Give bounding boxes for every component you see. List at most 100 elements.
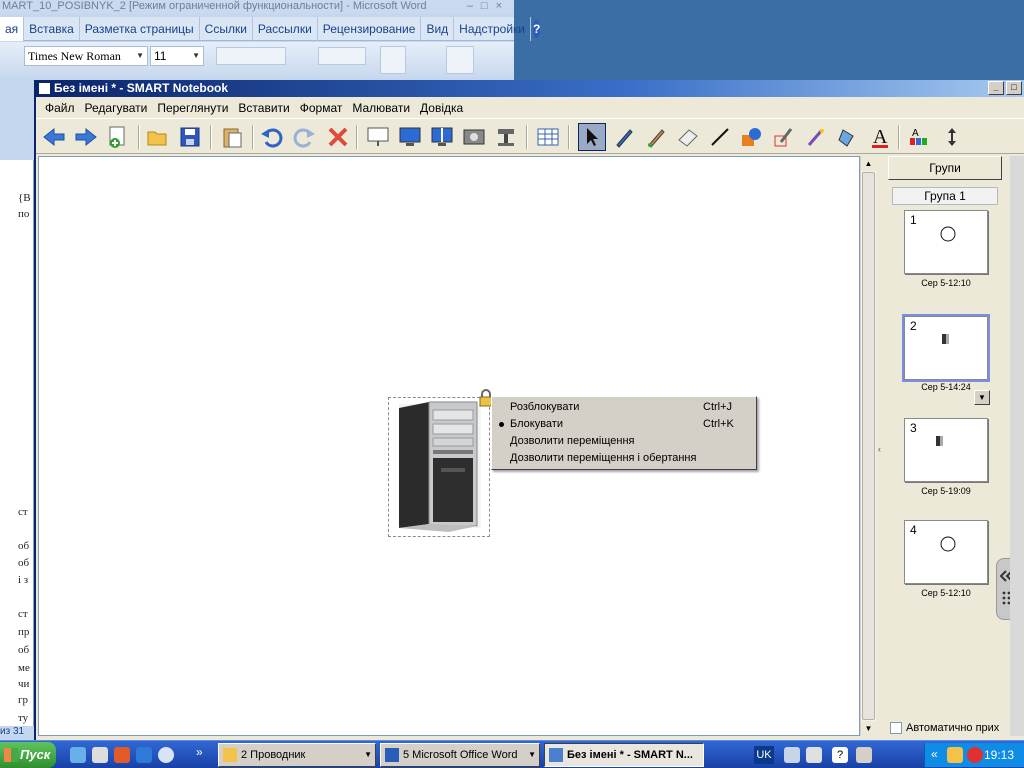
internet-explorer-icon[interactable] (136, 747, 152, 763)
creative-pen-icon[interactable] (642, 123, 670, 151)
screen-shade-icon[interactable] (364, 123, 392, 151)
media-player-icon[interactable] (158, 747, 174, 763)
task-word[interactable]: 5 Microsoft Office Word ▼ (380, 743, 540, 767)
back-arrow-icon[interactable] (40, 123, 68, 151)
show-hidden-icons-icon[interactable]: « (931, 747, 938, 761)
canvas-vertical-scrollbar[interactable]: ▲ ▼ (860, 156, 876, 736)
word-tab-mailings[interactable]: Рассылки (253, 17, 318, 41)
drive-icon[interactable] (856, 747, 872, 763)
document-camera-icon[interactable] (492, 123, 520, 151)
recognition-pen-icon[interactable] (802, 123, 830, 151)
word-tab-page-layout[interactable]: Разметка страницы (80, 17, 200, 41)
scroll-thumb[interactable] (862, 172, 875, 720)
word-tab-view[interactable]: Вид (421, 17, 455, 41)
find-icon[interactable] (446, 46, 474, 74)
paste-icon[interactable] (218, 123, 246, 151)
menu-item-label: Блокувати (510, 418, 563, 430)
word-tab-references[interactable]: Ссылки (200, 17, 253, 41)
menu-help[interactable]: Довідка (415, 98, 468, 118)
shapes-icon[interactable] (738, 123, 766, 151)
font-name-select[interactable]: Times New Roman ▼ (24, 46, 148, 66)
forward-arrow-icon[interactable] (72, 123, 100, 151)
page-thumbnail-2[interactable]: 2 (902, 314, 990, 382)
restore-button[interactable]: □ (1006, 81, 1022, 95)
screen-capture-icon[interactable] (460, 123, 488, 151)
undo-icon[interactable] (258, 123, 286, 151)
properties-icon[interactable]: A (906, 123, 934, 151)
desktop-icon[interactable] (92, 747, 108, 763)
word-title-bar[interactable]: MART_10_POSIBNYK_2 [Режим ограниченной ф… (0, 0, 514, 14)
menu-format[interactable]: Формат (295, 98, 348, 118)
list-buttons[interactable] (216, 47, 286, 65)
auto-hide-option[interactable]: Автоматично прих (890, 722, 999, 734)
line-icon[interactable] (706, 123, 734, 151)
notebook-page-canvas[interactable]: Розблокувати Ctrl+J Блокувати Ctrl+K Доз… (38, 156, 860, 736)
notebook-title-bar[interactable]: Без імені * - SMART Notebook _ □ (36, 80, 1024, 97)
groups-button[interactable]: Групи (888, 156, 1002, 180)
task-smart-notebook[interactable]: Без імені * - SMART N... (544, 743, 704, 767)
panel-splitter[interactable]: ‹ (876, 156, 886, 736)
menu-item-allow-move[interactable]: Дозволити переміщення (492, 433, 756, 450)
delete-icon[interactable] (324, 123, 352, 151)
word-window-controls[interactable]: –□× (467, 0, 510, 12)
text-icon[interactable]: A (866, 123, 894, 151)
word-tab-addins[interactable]: Надстройки (454, 17, 531, 41)
open-folder-icon[interactable] (144, 123, 172, 151)
table-icon[interactable] (534, 123, 562, 151)
browser-icon[interactable] (114, 747, 130, 763)
word-tab-home[interactable]: ая (0, 17, 25, 41)
move-toolbar-icon[interactable] (938, 123, 966, 151)
fill-icon[interactable] (834, 123, 862, 151)
page-menu-dropdown-icon[interactable]: ▼ (974, 390, 990, 405)
save-icon[interactable] (176, 123, 204, 151)
eraser-icon[interactable] (674, 123, 702, 151)
styles-icon[interactable] (380, 46, 406, 74)
add-page-icon[interactable] (104, 123, 132, 151)
indent-buttons[interactable] (318, 47, 366, 65)
dual-page-icon[interactable] (428, 123, 456, 151)
scroll-up-icon[interactable]: ▲ (861, 156, 876, 171)
group-label[interactable]: Група 1 (892, 187, 998, 205)
start-button[interactable]: Пуск (0, 742, 56, 768)
full-screen-icon[interactable] (396, 123, 424, 151)
language-indicator[interactable]: UK (754, 746, 774, 764)
menu-file[interactable]: Файл (40, 98, 80, 118)
menu-edit[interactable]: Редагувати (80, 98, 153, 118)
page-thumbnail-4[interactable]: 4 (904, 520, 988, 584)
clock[interactable]: 19:13 (984, 743, 1014, 767)
word-tab-review[interactable]: Рецензирование (318, 17, 422, 41)
menu-insert[interactable]: Вставити (233, 98, 294, 118)
word-document-area[interactable]: {В по ст об об і з ст пр об ме чи гр ту (0, 160, 34, 740)
notebook-title-text: Без імені * - SMART Notebook (54, 81, 229, 95)
keyboard-icon[interactable] (806, 747, 822, 763)
help-icon[interactable]: ? (832, 747, 848, 763)
smart-notebook-window[interactable]: Без імені * - SMART Notebook _ □ Файл Ре… (34, 80, 1024, 740)
auto-hide-checkbox[interactable] (890, 722, 902, 734)
tray-app-icon[interactable] (967, 747, 983, 763)
scroll-down-icon[interactable]: ▼ (861, 721, 876, 736)
page-thumbnail-3[interactable]: 3 (904, 418, 988, 482)
page-timestamp: Сер 5-12:10 (921, 588, 971, 598)
menu-item-lock[interactable]: Блокувати Ctrl+K (492, 416, 756, 433)
magic-pen-icon[interactable] (770, 123, 798, 151)
redo-icon[interactable] (290, 123, 318, 151)
page-thumbnail-1[interactable]: 1 (904, 210, 988, 274)
tray-app-icon[interactable] (947, 747, 963, 763)
tools-icon[interactable] (784, 747, 800, 763)
chevron-down-icon: ▼ (528, 750, 536, 759)
menu-item-allow-move-rotate[interactable]: Дозволити переміщення і обертання (492, 450, 756, 467)
side-tabs-strip[interactable] (1010, 156, 1024, 736)
selected-computer-image[interactable] (388, 397, 490, 537)
pen-icon[interactable] (610, 123, 638, 151)
font-size-select[interactable]: 11 ▼ (150, 46, 204, 66)
help-icon[interactable]: ? (533, 20, 541, 38)
menu-item-unlock[interactable]: Розблокувати Ctrl+J (492, 399, 756, 416)
menu-draw[interactable]: Малювати (347, 98, 415, 118)
minimize-button[interactable]: _ (988, 81, 1004, 95)
select-pointer-icon[interactable] (578, 123, 606, 151)
quick-launch-icon[interactable] (70, 747, 86, 763)
word-tab-insert[interactable]: Вставка (24, 17, 80, 41)
task-explorer[interactable]: 2 Проводник ▼ (218, 743, 376, 767)
more-icon[interactable]: » (196, 745, 203, 759)
menu-view[interactable]: Переглянути (152, 98, 233, 118)
